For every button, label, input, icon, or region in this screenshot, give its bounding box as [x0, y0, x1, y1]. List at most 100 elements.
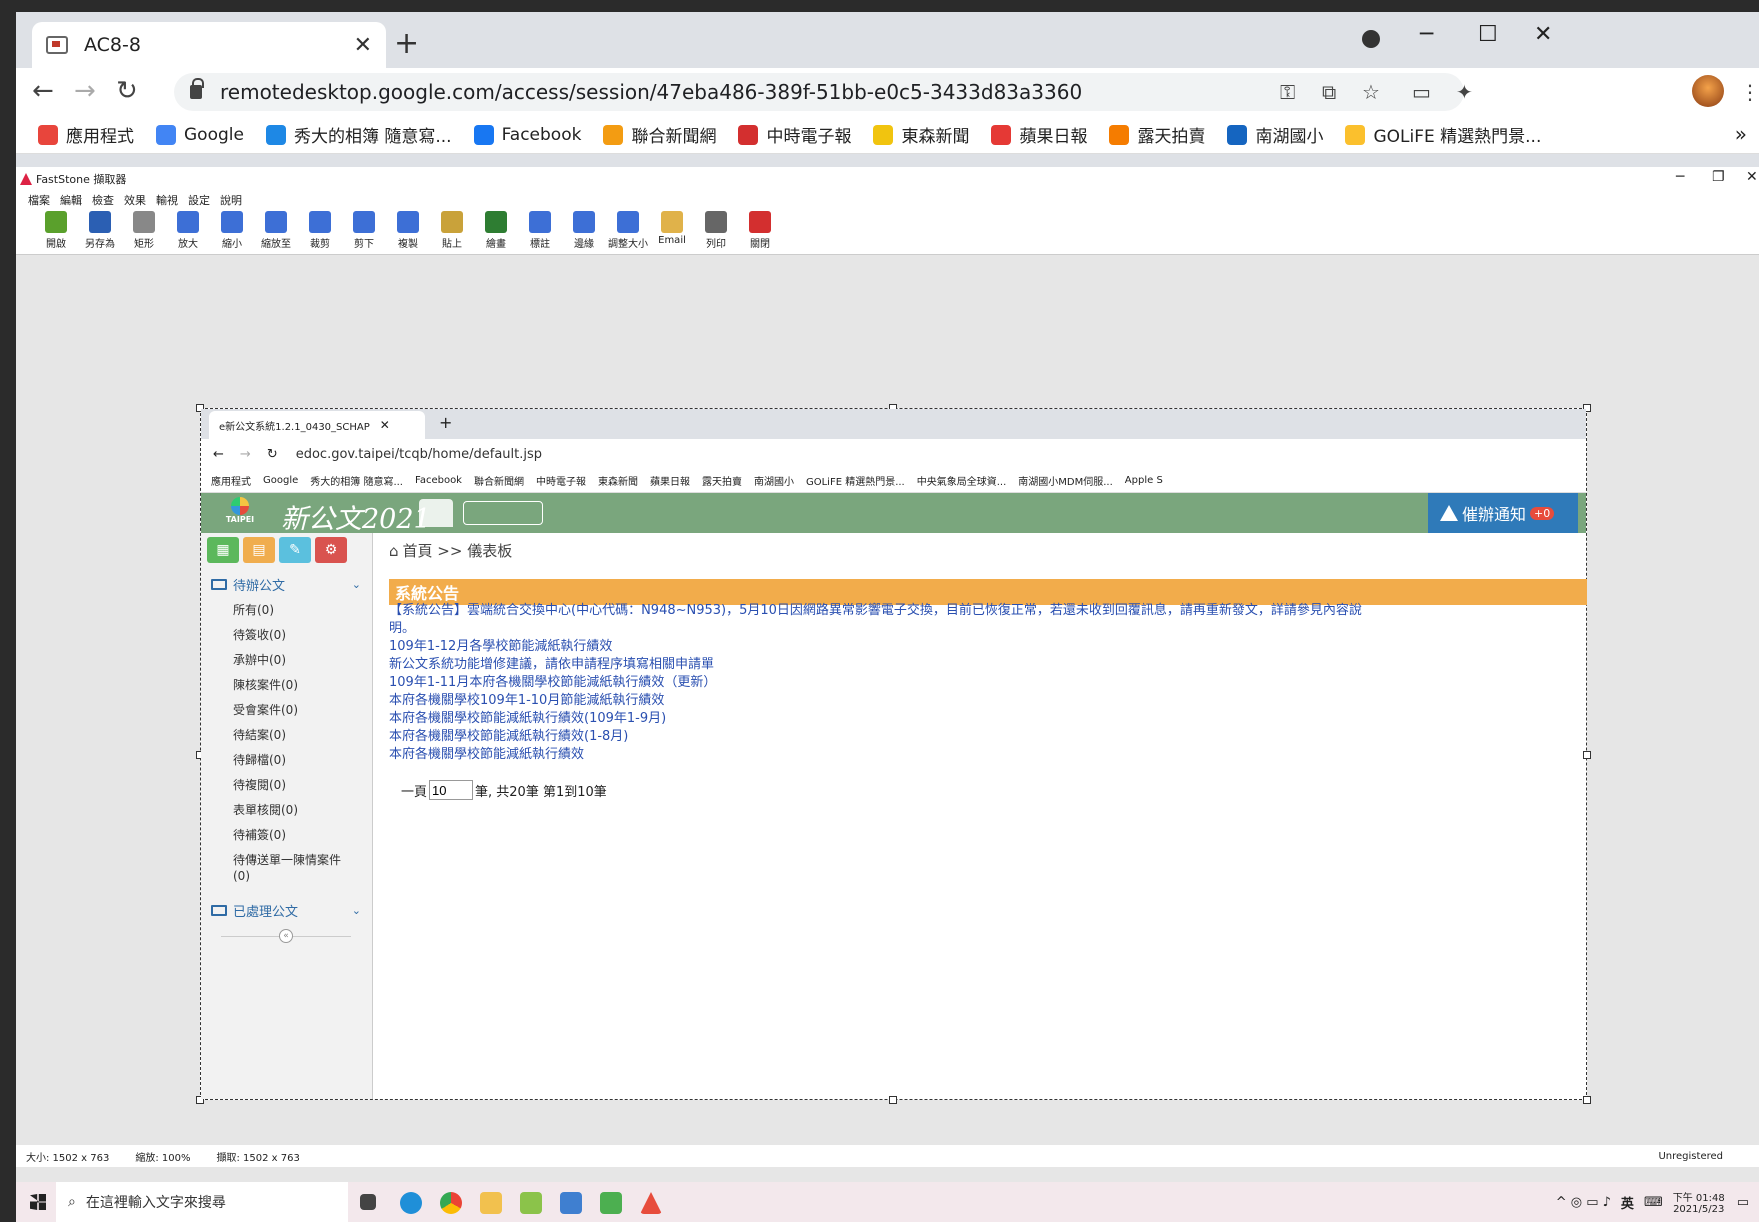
sidebar-item[interactable]: 待補簽(0)	[233, 826, 365, 843]
sidebar-item[interactable]: 所有(0)	[233, 601, 365, 618]
cast-icon[interactable]: ▭	[1412, 80, 1431, 104]
menu-item[interactable]: 效果	[124, 192, 146, 208]
toolbar-button[interactable]: 縮小	[210, 209, 254, 254]
tray-icons[interactable]: ^ ◎ ▭ ♪	[1556, 1195, 1611, 1210]
notification-icon[interactable]: ▭	[1737, 1195, 1749, 1210]
sidebar-item[interactable]: 待結案(0)	[233, 726, 365, 743]
new-tab-button[interactable]: +	[394, 26, 419, 61]
forward-arrow-icon[interactable]: →	[74, 76, 96, 106]
inner-bookmark-item[interactable]: 中央氣象局全球資...	[917, 473, 1007, 488]
toolbar-button[interactable]: 矩形	[122, 209, 166, 254]
taskbar-search[interactable]: ⌕ 在這裡輸入文字來搜尋	[56, 1182, 348, 1222]
toolbar-button[interactable]: 放大	[166, 209, 210, 254]
close-tab-icon[interactable]: ✕	[354, 33, 372, 58]
chrome-icon[interactable]	[440, 1192, 462, 1214]
sidebar-item[interactable]: 承辦中(0)	[233, 651, 365, 668]
done-docs-header[interactable]: 已處理公文 ⌄	[211, 901, 361, 920]
sidebar-item[interactable]: (0)	[233, 869, 365, 883]
sidebar-item[interactable]: 表單核閱(0)	[233, 801, 365, 818]
inner-bookmark-item[interactable]: 蘋果日報	[650, 473, 690, 488]
inner-bookmark-item[interactable]: Apple S	[1125, 475, 1163, 486]
calendar-button[interactable]: ▦	[207, 537, 239, 563]
toolbar-button[interactable]: 複製	[386, 209, 430, 254]
toolbar-button[interactable]: 列印	[694, 209, 738, 254]
toolbar-button[interactable]: 剪下	[342, 209, 386, 254]
open-external-icon[interactable]: ⧉	[1322, 80, 1336, 104]
star-icon[interactable]: ☆	[1362, 80, 1380, 104]
toolbar-button[interactable]: 邊緣	[562, 209, 606, 254]
announcement-link[interactable]: 【系統公告】雲端統合交換中心(中心代碼：N948~N953)，5月10日因網路異…	[389, 599, 1362, 618]
bookmark-item[interactable]: 聯合新聞網	[603, 122, 716, 147]
menu-item[interactable]: 檔案	[28, 192, 50, 208]
bookmark-item[interactable]: 秀大的相簿 隨意寫...	[265, 122, 452, 147]
inner-bookmark-item[interactable]: 中時電子報	[536, 473, 586, 488]
toolbar-button[interactable]: 繪畫	[474, 209, 518, 254]
toolbar-button[interactable]: Email	[650, 209, 694, 254]
inner-bookmark-item[interactable]: 露天拍賣	[702, 473, 742, 488]
bookmark-item[interactable]: 應用程式	[38, 122, 134, 147]
keyboard-icon[interactable]: ⌨	[1644, 1195, 1663, 1210]
bookmark-item[interactable]: Facebook	[473, 124, 581, 145]
menu-item[interactable]: 說明	[220, 192, 242, 208]
fs-restore-button[interactable]: ❐	[1712, 169, 1725, 185]
toolbar-button[interactable]: 調整大小	[606, 209, 650, 254]
toolbar-button[interactable]: 關閉	[738, 209, 782, 254]
file-explorer-icon[interactable]	[480, 1192, 502, 1214]
edit-button[interactable]: ✎	[279, 537, 311, 563]
app-icon[interactable]	[520, 1192, 542, 1214]
bookmark-item[interactable]: 中時電子報	[738, 122, 851, 147]
menu-dots-icon[interactable]: ⋮	[1740, 80, 1759, 104]
bookmark-item[interactable]: GOLiFE 精選熱門景...	[1345, 122, 1541, 147]
minimize-button[interactable]: ─	[1420, 22, 1433, 47]
folder-button[interactable]: ▤	[243, 537, 275, 563]
faststone-taskbar-icon[interactable]	[640, 1192, 662, 1214]
fs-close-button[interactable]: ✕	[1746, 169, 1758, 185]
task-view-icon[interactable]	[360, 1194, 376, 1210]
app-icon[interactable]	[600, 1192, 622, 1214]
reload-icon[interactable]: ↻	[116, 76, 138, 106]
toolbar-button[interactable]: 裁剪	[298, 209, 342, 254]
resize-handle[interactable]	[1583, 1096, 1591, 1104]
maximize-button[interactable]: ☐	[1478, 22, 1498, 47]
sidebar-item[interactable]: 待傳送單一陳情案件	[233, 851, 365, 868]
sidebar-item[interactable]: 待複閱(0)	[233, 776, 365, 793]
menu-item[interactable]: 檢查	[92, 192, 114, 208]
sidebar-item[interactable]: 待簽收(0)	[233, 626, 365, 643]
more-bookmarks-icon[interactable]: »	[1735, 122, 1747, 146]
inner-address-text[interactable]: edoc.gov.taipei/tcqb/home/default.jsp	[296, 447, 542, 462]
bookmark-item[interactable]: 東森新聞	[873, 122, 969, 147]
extensions-icon[interactable]: ✦	[1456, 80, 1473, 104]
breadcrumb-text[interactable]: 首頁 >> 儀表板	[403, 540, 513, 561]
announcement-link[interactable]: 109年1-11月本府各機關學校節能減紙執行績效（更新）	[389, 671, 716, 690]
browser-tab[interactable]: AC8-8 ✕	[32, 22, 386, 68]
announcement-link[interactable]: 109年1-12月各學校節能減紙執行績效	[389, 635, 612, 654]
inner-bookmark-item[interactable]: Google	[263, 475, 298, 486]
avatar[interactable]	[1692, 75, 1724, 107]
pending-docs-header[interactable]: 待辦公文 ⌄	[211, 575, 361, 594]
close-window-button[interactable]: ✕	[1534, 22, 1552, 47]
close-tab-icon[interactable]: ✕	[380, 418, 390, 432]
page-size-input[interactable]	[429, 780, 474, 800]
inner-bookmark-item[interactable]: 南湖國小	[754, 473, 794, 488]
key-icon[interactable]: ⚿	[1280, 80, 1295, 104]
announcement-link[interactable]: 本府各機關學校節能減紙執行績效(1-8月)	[389, 725, 628, 744]
back-arrow-icon[interactable]: ←	[32, 76, 54, 106]
sidebar-item[interactable]: 待歸檔(0)	[233, 751, 365, 768]
fs-minimize-button[interactable]: ─	[1676, 169, 1684, 185]
announcement-link[interactable]: 本府各機關學校109年1-10月節能減紙執行績效	[389, 689, 664, 708]
toolbar-button[interactable]: 縮放至	[254, 209, 298, 254]
inner-bookmark-item[interactable]: 應用程式	[211, 473, 251, 488]
announcement-link[interactable]: 本府各機關學校節能減紙執行績效(109年1-9月)	[389, 707, 666, 726]
inner-bookmark-item[interactable]: 聯合新聞網	[474, 473, 524, 488]
back-arrow-icon[interactable]: ←	[213, 447, 224, 462]
announcement-link[interactable]: 本府各機關學校節能減紙執行績效	[389, 743, 584, 762]
ime-indicator[interactable]: 英	[1621, 1193, 1634, 1212]
sidebar-item[interactable]: 陳核案件(0)	[233, 676, 365, 693]
announcement-link[interactable]: 新公文系統功能增修建議，請依申請程序填寫相關申請單	[389, 653, 714, 672]
resize-handle[interactable]	[1583, 751, 1591, 759]
toolbar-button[interactable]: 開啟	[34, 209, 78, 254]
announcement-link[interactable]: 明。	[389, 617, 415, 636]
clock[interactable]: 下午 01:48 2021/5/23	[1673, 1189, 1725, 1215]
inner-bookmark-item[interactable]: GOLiFE 精選熱門景...	[806, 473, 905, 488]
inner-bookmark-item[interactable]: Facebook	[415, 475, 462, 486]
